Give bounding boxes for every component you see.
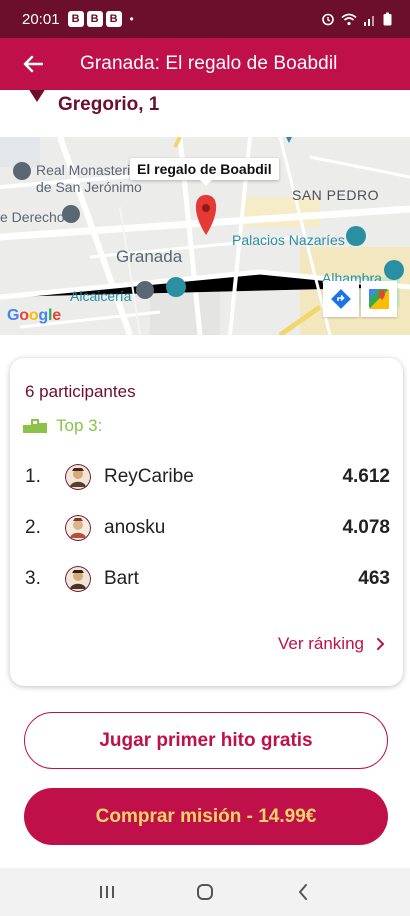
wifi-icon [341,13,357,25]
app-bar: Granada: El regalo de Boabdil [0,38,410,90]
top3-header: Top 3: [23,416,102,436]
player-name: Bart [104,568,139,589]
system-nav-bar [0,868,410,916]
directions-button[interactable] [323,281,359,317]
avatar-image [65,464,91,490]
play-free-button[interactable]: Jugar primer hito gratis [24,712,388,769]
player-name: ReyCaribe [104,466,194,487]
map-label: Palacios Nazaríes [232,232,345,248]
participants-count: 6 participantes [25,382,136,401]
location-address: Gregorio, 1 [58,94,160,115]
map-marker-callout[interactable]: El regalo de Boabdil [130,158,279,186]
avatar [65,515,91,541]
ranking-row: 1. ReyCaribe 4.612 [25,462,390,492]
alarm-icon [322,13,334,26]
google-logo: Google [7,307,61,324]
notification-badge: B [86,11,103,27]
player-score: 4.078 [342,517,390,538]
ranking-row: 3. Bart 463 [25,564,390,594]
back-nav-icon [299,884,307,900]
player-name: anosku [104,517,166,538]
chevron-right-icon [377,638,384,650]
map-label: Granada [116,247,183,266]
avatar-image [65,566,91,592]
back-nav-button[interactable] [283,872,323,912]
top3-label: Top 3: [56,416,103,435]
open-maps-button[interactable] [361,281,397,317]
podium-icon [23,419,47,433]
map-label: de San Jerónimo [36,179,142,195]
notification-badge: B [67,11,84,27]
map-label: e Derecho [0,209,65,225]
map-label: Alcaicería [70,288,132,304]
rank-number: 3. [25,568,41,589]
rank-number: 2. [25,517,41,538]
back-button[interactable] [0,38,66,90]
status-bar: 20:01 B B B • [0,0,410,38]
buy-mission-button[interactable]: Comprar misión - 14.99€ [24,788,388,845]
status-icons [321,12,392,26]
view-ranking-link[interactable]: Ver ránking [278,634,385,654]
avatar-image [65,515,91,541]
battery-icon [383,12,392,26]
back-arrow-icon [23,55,43,73]
ranking-row: 2. anosku 4.078 [25,513,390,543]
avatar [65,566,91,592]
map-label: SAN PEDRO [292,187,379,203]
status-time: 20:01 [22,10,60,28]
recent-apps-button[interactable] [87,872,127,912]
view-ranking-label: Ver ránking [278,634,364,653]
participants-card: 6 participantes Top 3: 1. ReyCaribe 4.61… [10,358,403,686]
player-score: 4.612 [342,466,390,487]
notification-badge: B [105,11,122,27]
google-maps-icon [369,289,389,309]
player-score: 463 [358,568,390,589]
rank-number: 1. [25,466,41,487]
home-icon [197,884,213,900]
location-pin-icon [29,90,45,102]
directions-icon [331,289,351,309]
map[interactable]: Real Monasterio de San Jerónimo e Derech… [0,137,410,335]
signal-icon [364,15,374,26]
home-button[interactable] [185,872,225,912]
avatar [65,464,91,490]
recent-apps-icon [100,886,114,898]
map-label: Real Monasterio [36,162,138,178]
status-dot: • [129,12,134,26]
page-title: Granada: El regalo de Boabdil [80,53,338,74]
location-row: Gregorio, 1 [0,90,410,137]
